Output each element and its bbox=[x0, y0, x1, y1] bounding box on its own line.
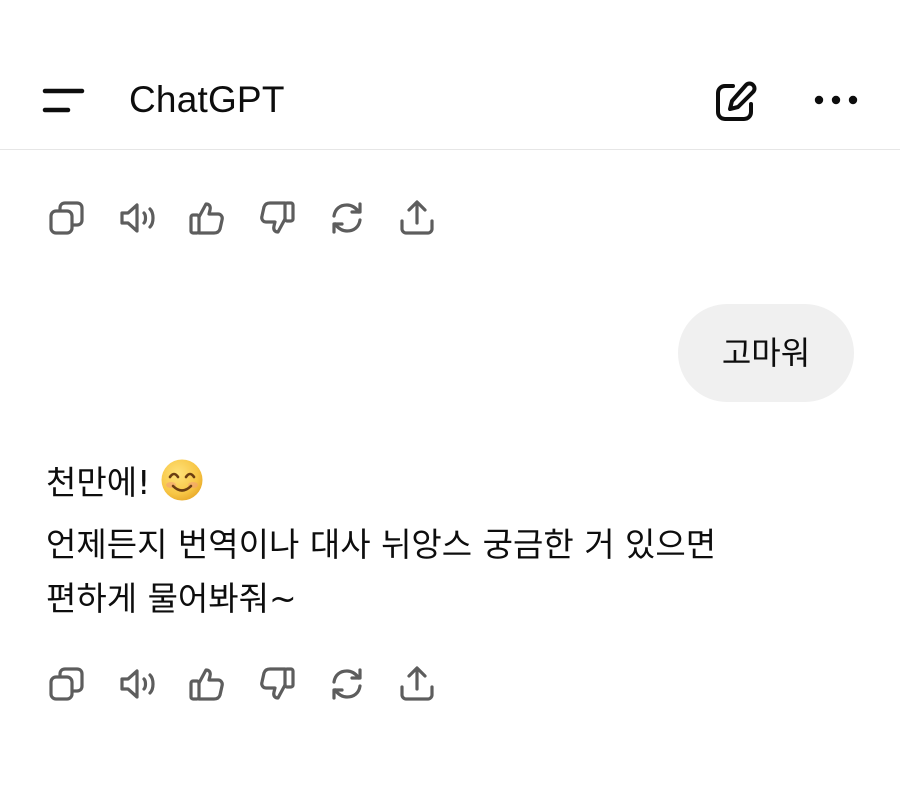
copy-icon bbox=[49, 667, 84, 701]
regenerate-button[interactable] bbox=[321, 188, 373, 248]
bad-response-button[interactable] bbox=[251, 188, 303, 248]
read-aloud-button[interactable] bbox=[111, 654, 163, 714]
share-button[interactable] bbox=[391, 188, 443, 248]
refresh-icon bbox=[332, 202, 362, 234]
copy-button[interactable] bbox=[41, 188, 93, 248]
user-message-bubble: 고마워 bbox=[678, 304, 854, 402]
app-title: ChatGPT bbox=[129, 79, 285, 120]
thumbs-down-icon bbox=[260, 667, 295, 700]
copy-button[interactable] bbox=[41, 654, 93, 714]
edit-icon bbox=[716, 81, 757, 121]
read-aloud-button[interactable] bbox=[111, 188, 163, 248]
new-chat-button[interactable] bbox=[706, 74, 764, 128]
regenerate-button[interactable] bbox=[321, 654, 373, 714]
speaker-icon bbox=[120, 669, 155, 699]
smiling-face-emoji bbox=[160, 458, 204, 518]
assistant-message-line-2: 언제든지 번역이나 대사 뉘앙스 궁금한 거 있으면 bbox=[46, 525, 717, 564]
thumbs-up-icon bbox=[189, 668, 224, 701]
share-icon bbox=[400, 200, 434, 235]
chat-screen: ChatGPT 고마워 천만에! 언제든지 번역이나 대사 뉘앙스 궁금한 거 … bbox=[0, 0, 900, 808]
user-message-text: 고마워 bbox=[721, 334, 811, 372]
copy-icon bbox=[49, 201, 84, 235]
thumbs-down-icon bbox=[260, 201, 295, 234]
message-actions bbox=[0, 188, 900, 248]
refresh-icon bbox=[332, 668, 362, 700]
good-response-button[interactable] bbox=[181, 654, 233, 714]
bad-response-button[interactable] bbox=[251, 654, 303, 714]
message-actions bbox=[0, 654, 900, 714]
top-bar: ChatGPT bbox=[0, 0, 900, 150]
more-horizontal-icon bbox=[814, 95, 858, 105]
menu-button[interactable] bbox=[34, 76, 94, 126]
share-icon bbox=[400, 666, 434, 701]
speaker-icon bbox=[120, 203, 155, 233]
more-button[interactable] bbox=[806, 74, 866, 128]
assistant-message-line-1-text: 천만에! bbox=[46, 463, 151, 502]
assistant-message-line-1: 천만에! bbox=[46, 456, 866, 518]
share-button[interactable] bbox=[391, 654, 443, 714]
menu-icon bbox=[42, 88, 85, 113]
good-response-button[interactable] bbox=[181, 188, 233, 248]
assistant-message-line-3: 편하게 물어봐줘~ bbox=[46, 579, 297, 618]
assistant-message: 천만에! 언제든지 번역이나 대사 뉘앙스 궁금한 거 있으면 편하게 물어봐줘… bbox=[46, 456, 866, 626]
thumbs-up-icon bbox=[189, 202, 224, 235]
